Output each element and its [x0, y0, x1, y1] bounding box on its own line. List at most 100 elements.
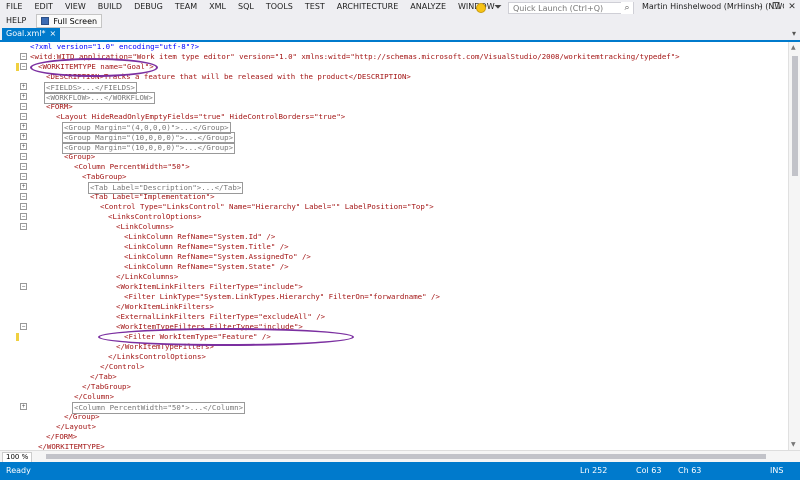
- expand-icon[interactable]: +: [20, 123, 27, 130]
- code-line-4: <DESCRIPTION>Tracks a feature that will …: [0, 72, 788, 82]
- menu-architecture[interactable]: ARCHITECTURE: [331, 0, 404, 14]
- code-line-34: </Tab>: [0, 372, 788, 382]
- code-line-37: + <Column PercentWidth="50">...</Column>: [0, 402, 788, 414]
- status-char: Ch 63: [678, 466, 702, 475]
- code-text: <LinksControlOptions>: [108, 212, 202, 221]
- collapse-icon[interactable]: −: [20, 323, 27, 330]
- menu-row: FILE EDIT VIEW BUILD DEBUG TEAM XML SQL …: [0, 0, 501, 14]
- code-text: <WorkItemLinkFilters FilterType="include…: [116, 282, 303, 291]
- chevron-down-icon[interactable]: ▾: [792, 28, 796, 40]
- menu-view[interactable]: VIEW: [59, 0, 92, 14]
- tab-goal-xml[interactable]: Goal.xml* ×: [2, 28, 61, 40]
- menu-test[interactable]: TEST: [299, 0, 331, 14]
- code-line-32: </LinksControlOptions>: [0, 352, 788, 362]
- expand-icon[interactable]: +: [20, 133, 27, 140]
- code-line-7: − <FORM>: [0, 102, 788, 112]
- code-text: <Control Type="LinksControl" Name="Hiera…: [100, 202, 434, 211]
- collapse-icon[interactable]: −: [20, 163, 27, 170]
- code-text: <ExternalLinkFilters FilterType="exclude…: [116, 312, 326, 321]
- collapse-icon[interactable]: −: [20, 203, 27, 210]
- code-text: <LinkColumn RefName="System.State" />: [124, 262, 289, 271]
- search-icon[interactable]: ⌕: [621, 2, 633, 14]
- code-line-33: </Control>: [0, 362, 788, 372]
- code-line-17: − <Control Type="LinksControl" Name="Hie…: [0, 202, 788, 212]
- collapse-icon[interactable]: −: [20, 283, 27, 290]
- window-controls: – ❐ ✕: [752, 0, 800, 14]
- minimize-button[interactable]: –: [752, 0, 768, 14]
- collapse-icon[interactable]: −: [20, 103, 27, 110]
- code-text: <FORM>: [46, 102, 73, 111]
- menu-team[interactable]: TEAM: [169, 0, 203, 14]
- status-bar: Ready Ln 252 Col 63 Ch 63 INS: [0, 462, 800, 480]
- horizontal-scroll-thumb[interactable]: [46, 454, 766, 459]
- code-line-11: + <Group Margin="(10,0,0,0)">...</Group>: [0, 142, 788, 154]
- collapse-icon[interactable]: −: [20, 53, 27, 60]
- code-line-1: <?xml version="1.0" encoding="utf-8"?>: [0, 42, 788, 52]
- menu-file[interactable]: FILE: [0, 0, 28, 14]
- close-icon[interactable]: ×: [50, 28, 57, 40]
- menu-xml[interactable]: XML: [203, 0, 232, 14]
- code-line-28: <ExternalLinkFilters FilterType="exclude…: [0, 312, 788, 322]
- code-text: <LinkColumn RefName="System.Title" />: [124, 242, 289, 251]
- code-text: <Group>: [64, 152, 96, 161]
- menu-analyze[interactable]: ANALYZE: [404, 0, 452, 14]
- expand-icon[interactable]: +: [20, 93, 27, 100]
- menu-debug[interactable]: DEBUG: [128, 0, 169, 14]
- expand-icon[interactable]: +: [20, 83, 27, 90]
- code-line-39: </Layout>: [0, 422, 788, 432]
- code-text: <DESCRIPTION>Tracks a feature that will …: [46, 72, 411, 81]
- quick-launch-input[interactable]: Quick Launch (Ctrl+Q) ⌕: [508, 2, 634, 14]
- code-text: </LinkColumns>: [116, 272, 179, 281]
- code-line-6: + <WORKFLOW>...</WORKFLOW>: [0, 92, 788, 104]
- menu-edit[interactable]: EDIT: [28, 0, 58, 14]
- expand-icon[interactable]: +: [20, 143, 27, 150]
- status-column: Col 63: [636, 466, 662, 475]
- code-line-40: </FORM>: [0, 432, 788, 442]
- code-line-25: − <WorkItemLinkFilters FilterType="inclu…: [0, 282, 788, 292]
- code-text: <WorkItemTypeFilters FilterType="include…: [116, 322, 303, 331]
- filter-icon[interactable]: ⏷: [494, 2, 502, 13]
- restore-button[interactable]: ❐: [768, 0, 784, 14]
- menu-help[interactable]: HELP: [0, 14, 32, 28]
- vertical-scroll-thumb[interactable]: [792, 56, 798, 176]
- collapse-icon[interactable]: −: [20, 153, 27, 160]
- code-line-18: − <LinksControlOptions>: [0, 212, 788, 222]
- collapse-icon[interactable]: −: [20, 63, 27, 70]
- code-line-23: <LinkColumn RefName="System.State" />: [0, 262, 788, 272]
- code-line-3: − <WORKITEMTYPE name="Goal">: [0, 62, 788, 72]
- code-line-16: − <Tab Label="Implementation">: [0, 192, 788, 202]
- smiley-icon[interactable]: [476, 3, 486, 13]
- code-line-31: </WorkItemTypeFilters>: [0, 342, 788, 352]
- close-window-button[interactable]: ✕: [784, 0, 800, 14]
- scroll-up-icon[interactable]: ▲: [791, 44, 796, 51]
- status-line: Ln 252: [580, 466, 608, 475]
- full-screen-button[interactable]: Full Screen: [36, 14, 103, 28]
- collapse-icon[interactable]: −: [20, 113, 27, 120]
- expand-icon[interactable]: +: [20, 403, 27, 410]
- code-line-27: </WorkItemLinkFilters>: [0, 302, 788, 312]
- xml-editor[interactable]: <?xml version="1.0" encoding="utf-8"?> −…: [0, 42, 788, 451]
- menu-row-2: HELP Full Screen: [0, 14, 103, 28]
- change-marker: [16, 333, 19, 341]
- menu-tools[interactable]: TOOLS: [260, 0, 299, 14]
- collapse-icon[interactable]: −: [20, 223, 27, 230]
- code-text: <?xml version="1.0" encoding="utf-8"?>: [30, 42, 200, 51]
- code-text: </Control>: [100, 362, 145, 371]
- vertical-scrollbar[interactable]: ▲ ▼: [788, 42, 800, 450]
- code-line-15: + <Tab Label="Description">...</Tab>: [0, 182, 788, 194]
- code-line-21: <LinkColumn RefName="System.Title" />: [0, 242, 788, 252]
- menu-build[interactable]: BUILD: [92, 0, 128, 14]
- code-text: <WORKITEMTYPE name="Goal">: [38, 62, 154, 71]
- code-line-10: + <Group Margin="(10,0,0,0)">...</Group>: [0, 132, 788, 144]
- menu-sql[interactable]: SQL: [232, 0, 260, 14]
- code-text: <LinkColumn RefName="System.Id" />: [124, 232, 276, 241]
- code-line-19: − <LinkColumns>: [0, 222, 788, 232]
- horizontal-scrollbar[interactable]: 100 %: [0, 450, 800, 463]
- expand-icon[interactable]: +: [20, 183, 27, 190]
- code-text: <LinkColumns>: [116, 222, 174, 231]
- collapse-icon[interactable]: −: [20, 173, 27, 180]
- code-text: </Layout>: [56, 422, 97, 431]
- collapse-icon[interactable]: −: [20, 213, 27, 220]
- scroll-down-icon[interactable]: ▼: [791, 441, 796, 448]
- collapse-icon[interactable]: −: [20, 193, 27, 200]
